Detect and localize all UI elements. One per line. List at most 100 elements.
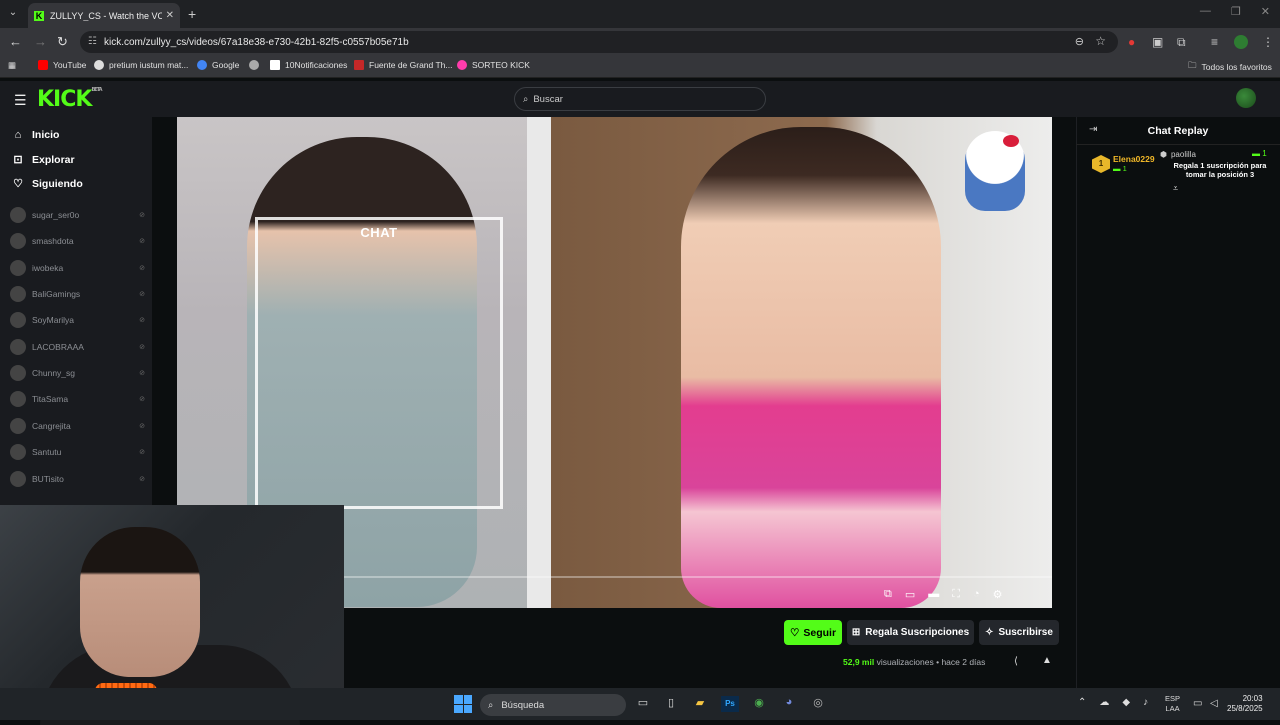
browser-menu-icon[interactable]: ⋮ bbox=[1262, 35, 1274, 49]
sidebar-channel[interactable]: Cangrejita ⊘ bbox=[10, 418, 145, 434]
extension-icon[interactable]: ▣ bbox=[1152, 35, 1163, 49]
settings-gear-icon[interactable]: ⚙ bbox=[993, 588, 1003, 601]
nav-siguiendo[interactable]: ♡ Siguiendo bbox=[12, 177, 83, 191]
user-avatar[interactable] bbox=[1236, 88, 1256, 108]
tab-list-icon[interactable]: ⌄ bbox=[6, 7, 20, 21]
channel-name: BUTisito bbox=[32, 474, 64, 484]
taskbar-search-label: Búsqueda bbox=[501, 699, 545, 711]
cloud-icon[interactable]: ☁ bbox=[1099, 697, 1109, 708]
photoshop-icon[interactable]: Ps bbox=[721, 696, 739, 712]
system-tray: ⌃ ☁ ◆ ♪ bbox=[1078, 697, 1148, 708]
channel-avatar bbox=[10, 444, 26, 460]
gift-subs-button[interactable]: ⊞ Regala Suscripciones bbox=[847, 620, 974, 645]
taskbar-search[interactable]: ⌕ Búsqueda bbox=[480, 694, 626, 716]
sidebar-channel[interactable]: sugar_ser0o ⊘ bbox=[10, 207, 145, 223]
report-warning-icon[interactable]: ▲ bbox=[1042, 655, 1052, 666]
back-icon[interactable]: ← bbox=[9, 34, 22, 49]
obs-icon[interactable]: ◎ bbox=[809, 696, 827, 712]
sidebar-channel[interactable]: smashdota ⊘ bbox=[10, 233, 145, 249]
sidebar-channel[interactable]: SoyMarilya ⊘ bbox=[10, 312, 145, 328]
discord-icon[interactable]: ◕ bbox=[780, 696, 798, 712]
tray-overflow-icon[interactable]: ⌃ bbox=[1078, 697, 1086, 708]
follow-button[interactable]: ♡ Seguir bbox=[784, 620, 842, 645]
bookmark-unnamed[interactable] bbox=[249, 60, 259, 70]
offline-icon: ⊘ bbox=[139, 396, 145, 403]
share-icon[interactable]: ⟨ bbox=[1014, 656, 1018, 667]
app-tray-icon[interactable]: ◆ bbox=[1122, 697, 1130, 708]
collapse-chat-icon[interactable]: ⇥ bbox=[1089, 124, 1097, 135]
restore-icon[interactable]: ❐ bbox=[1231, 5, 1241, 18]
hello-kitty-sticker bbox=[965, 131, 1025, 211]
sidebar-channel[interactable]: TitaSama ⊘ bbox=[10, 391, 145, 407]
pip-icon[interactable]: ⧉ bbox=[884, 588, 892, 601]
video-divider bbox=[527, 117, 551, 608]
offline-icon: ⊘ bbox=[139, 476, 145, 483]
clock[interactable]: 20:03 25/8/2025 bbox=[1227, 694, 1263, 714]
address-bar[interactable]: ☷ kick.com/zullyy_cs/videos/67a18e38-e73… bbox=[80, 31, 1118, 53]
zoom-icon[interactable]: ⊖ bbox=[1075, 35, 1084, 48]
new-tab-icon[interactable]: + bbox=[188, 6, 196, 22]
minimize-icon[interactable]: — bbox=[1200, 5, 1211, 18]
extension-red-icon[interactable]: ● bbox=[1128, 35, 1135, 49]
globe-icon bbox=[94, 60, 104, 70]
chrome-icon[interactable]: ◉ bbox=[750, 696, 768, 712]
language-indicator[interactable]: ESP LAA bbox=[1165, 694, 1180, 714]
search-input[interactable]: ⌕ Buscar bbox=[514, 87, 766, 111]
channel-avatar bbox=[10, 260, 26, 276]
bookmark-star-icon[interactable]: ☆ bbox=[1095, 34, 1106, 48]
expand-chat-icon[interactable]: ⩡ bbox=[1173, 183, 1178, 194]
theater-mode-icon[interactable]: ▬ bbox=[928, 588, 939, 601]
volume-icon[interactable]: ◁ bbox=[1210, 698, 1218, 709]
nav-explorar[interactable]: ⊡ Explorar bbox=[12, 153, 74, 167]
offline-icon: ⊘ bbox=[139, 291, 145, 298]
forward-icon[interactable]: → bbox=[34, 34, 47, 49]
channel-avatar bbox=[10, 365, 26, 381]
profile-avatar-icon[interactable] bbox=[1234, 35, 1248, 49]
kick-logo[interactable]: KICKBETA bbox=[37, 87, 103, 112]
channel-name: TitaSama bbox=[32, 394, 69, 404]
terminal-icon[interactable]: ▯ bbox=[662, 696, 680, 712]
lang-line1: ESP bbox=[1165, 694, 1181, 703]
task-view-icon[interactable]: ▭ bbox=[634, 696, 652, 712]
sidebar-channel[interactable]: Santutu ⊘ bbox=[10, 444, 145, 460]
bookmark-youtube[interactable]: YouTube bbox=[38, 60, 86, 70]
bookmark-pretium[interactable]: pretium iustum mat... bbox=[94, 60, 188, 70]
search-icon: ⌕ bbox=[488, 699, 494, 711]
gift-user[interactable]: ⬢ paolilla bbox=[1160, 150, 1196, 159]
apps-grid-icon[interactable]: ▦ bbox=[8, 60, 16, 71]
clip-icon[interactable]: ▭ bbox=[905, 588, 915, 601]
browser-tab[interactable]: K ZULLYY_CS - Watch the VOD o ✕ bbox=[28, 3, 180, 28]
nav-inicio[interactable]: ⌂ Inicio bbox=[12, 129, 60, 141]
fullscreen-icon[interactable]: ⛶ bbox=[952, 588, 960, 601]
sidebar-channel[interactable]: iwobeka ⊘ bbox=[10, 260, 145, 276]
media-control-icon[interactable]: ≡ bbox=[1211, 35, 1218, 49]
top-gifter-name[interactable]: Elena0229 bbox=[1113, 154, 1155, 164]
microphone-icon[interactable]: ♪ bbox=[1143, 697, 1148, 708]
window-controls: — ❐ ✕ bbox=[1200, 5, 1270, 18]
file-explorer-icon[interactable]: ▰ bbox=[691, 696, 709, 712]
close-tab-icon[interactable]: ✕ bbox=[166, 10, 174, 21]
sidebar-channel[interactable]: BUTisito ⊘ bbox=[10, 471, 145, 487]
sidebar-channel[interactable]: BaliGamings ⊘ bbox=[10, 286, 145, 302]
chat-overlay-label: CHAT bbox=[360, 225, 398, 240]
sidebar-channel[interactable]: LACOBRAAA ⊘ bbox=[10, 339, 145, 355]
top-gifter-count: ▬ 1 bbox=[1113, 164, 1127, 173]
network-icon[interactable]: ▭ bbox=[1193, 698, 1202, 709]
site-info-icon[interactable]: ☷ bbox=[88, 36, 97, 47]
extensions-puzzle-icon[interactable]: ⧉ bbox=[1177, 35, 1186, 50]
bookmark-label: Google bbox=[212, 60, 240, 70]
subscribe-button[interactable]: ✧ Suscribirse bbox=[979, 620, 1059, 645]
close-window-icon[interactable]: ✕ bbox=[1261, 5, 1270, 18]
playback-speed-icon[interactable]: ◔ bbox=[973, 588, 980, 601]
sidebar-channel[interactable]: Chunny_sg ⊘ bbox=[10, 365, 145, 381]
windows-start-icon[interactable] bbox=[454, 695, 472, 713]
bookmark-sorteo[interactable]: SORTEO KICK bbox=[457, 60, 530, 70]
hamburger-menu-icon[interactable]: ☰ bbox=[14, 92, 27, 109]
all-bookmarks[interactable]: 🗀 Todos los favoritos bbox=[1188, 60, 1272, 74]
lang-line2: LAA bbox=[1165, 704, 1180, 713]
bookmark-google[interactable]: Google bbox=[197, 60, 239, 70]
reload-icon[interactable]: ↻ bbox=[57, 34, 68, 50]
bookmark-x[interactable]: 10Notificaciones bbox=[270, 60, 347, 70]
chat-header: Chat Replay bbox=[1076, 117, 1280, 145]
bookmark-fuente[interactable]: Fuente de Grand Th... bbox=[354, 60, 452, 70]
